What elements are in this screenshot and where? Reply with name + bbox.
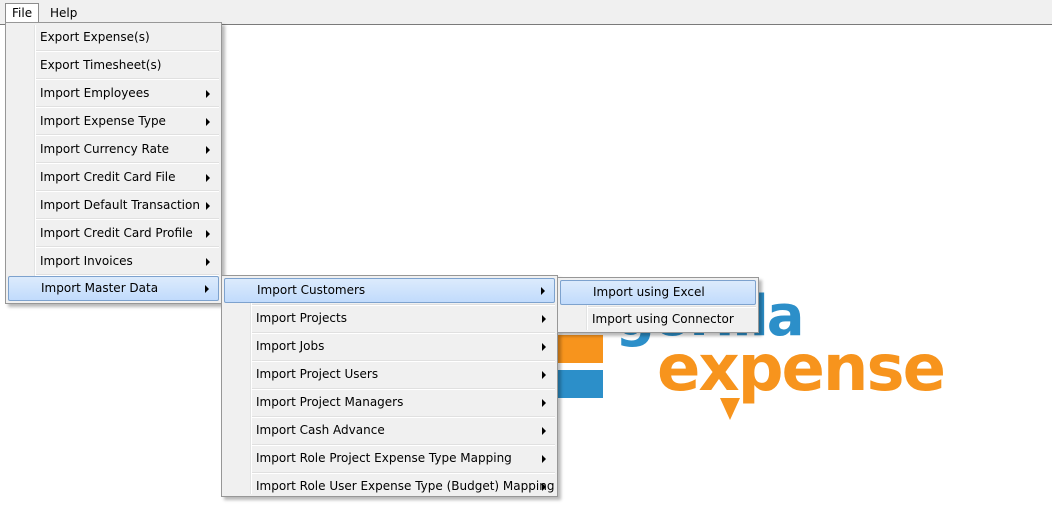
menu-item-export-expenses[interactable]: Export Expense(s) (8, 25, 219, 50)
submenu-arrow-icon (542, 315, 546, 323)
menu-item-label: Import Expense Type (40, 114, 166, 128)
menu-item-label: Import Customers (257, 283, 366, 297)
separator (36, 50, 219, 52)
submenu-arrow-icon (206, 90, 210, 98)
menu-item-import-cash-advance[interactable]: Import Cash Advance (224, 418, 555, 443)
menu-item-import-customers[interactable]: Import Customers (224, 278, 555, 303)
separator (36, 162, 219, 164)
submenu-arrow-icon (541, 287, 545, 295)
customers-submenu: Import using Excel Import using Connecto… (557, 277, 759, 333)
menu-item-label: Import Invoices (40, 254, 133, 268)
logo-square-orange (557, 335, 603, 363)
menu-item-export-timesheets[interactable]: Export Timesheet(s) (8, 53, 219, 78)
menu-item-import-role-user-expense-type-budget-mapping[interactable]: Import Role User Expense Type (Budget) M… (224, 474, 555, 499)
menu-item-label: Import Credit Card Profile (40, 226, 193, 240)
menu-item-import-default-transaction[interactable]: Import Default Transaction (8, 193, 219, 218)
submenu-arrow-icon (542, 455, 546, 463)
menu-item-label: Import Currency Rate (40, 142, 170, 156)
menu-item-import-credit-card-profile[interactable]: Import Credit Card Profile (8, 221, 219, 246)
submenu-arrow-icon (542, 483, 546, 491)
menu-item-import-using-excel[interactable]: Import using Excel (560, 280, 756, 305)
menu-item-label: Import Jobs (256, 339, 325, 353)
menu-item-import-role-project-expense-type-mapping[interactable]: Import Role Project Expense Type Mapping (224, 446, 555, 471)
menu-item-import-project-users[interactable]: Import Project Users (224, 362, 555, 387)
menu-item-import-project-managers[interactable]: Import Project Managers (224, 390, 555, 415)
menu-item-import-expense-type[interactable]: Import Expense Type (8, 109, 219, 134)
submenu-arrow-icon (206, 230, 210, 238)
menu-item-label: Import using Excel (593, 285, 705, 299)
menu-item-label: Import Project Users (256, 367, 379, 381)
menu-item-import-using-connector[interactable]: Import using Connector (560, 307, 756, 332)
separator (36, 246, 219, 248)
submenu-arrow-icon (206, 174, 210, 182)
menu-item-label: Import Project Managers (256, 395, 404, 409)
submenu-arrow-icon (542, 399, 546, 407)
separator (36, 134, 219, 136)
submenu-arrow-icon (206, 146, 210, 154)
menu-item-label: Import Default Transaction (40, 198, 200, 212)
separator (36, 78, 219, 80)
submenu-arrow-icon (206, 202, 210, 210)
menu-item-label: Import Cash Advance (256, 423, 385, 437)
submenu-arrow-icon (206, 258, 210, 266)
menu-item-label: Import Master Data (41, 281, 159, 295)
menu-item-label: Import Credit Card File (40, 170, 176, 184)
menu-item-import-credit-card-file[interactable]: Import Credit Card File (8, 165, 219, 190)
menu-item-label: Import Projects (256, 311, 347, 325)
submenu-arrow-icon (542, 371, 546, 379)
submenu-arrow-icon (542, 427, 546, 435)
submenu-arrow-icon (542, 343, 546, 351)
menu-item-import-master-data[interactable]: Import Master Data (8, 276, 219, 301)
separator (36, 106, 219, 108)
help-menu[interactable]: Help (43, 3, 84, 23)
separator (36, 218, 219, 220)
menu-item-import-employees[interactable]: Import Employees (8, 81, 219, 106)
logo-tail (720, 398, 740, 420)
master-data-submenu: Import Customers Import Projects Import … (221, 275, 558, 497)
menu-item-label: Export Expense(s) (40, 30, 150, 44)
file-dropdown: Export Expense(s) Export Timesheet(s) Im… (5, 22, 222, 304)
menu-item-label: Import Role Project Expense Type Mapping (256, 451, 512, 465)
menu-item-label: Export Timesheet(s) (40, 58, 162, 72)
submenu-arrow-icon (206, 118, 210, 126)
menu-item-import-currency-rate[interactable]: Import Currency Rate (8, 137, 219, 162)
menu-item-import-invoices[interactable]: Import Invoices (8, 249, 219, 274)
menu-item-label: Import Role User Expense Type (Budget) M… (256, 479, 555, 493)
submenu-arrow-icon (205, 285, 209, 293)
logo-square-blue-2 (557, 370, 603, 398)
menu-item-import-jobs[interactable]: Import Jobs (224, 334, 555, 359)
menu-item-label: Import using Connector (592, 312, 734, 326)
logo-word-expense: expense (657, 332, 946, 406)
separator (36, 190, 219, 192)
menu-item-label: Import Employees (40, 86, 150, 100)
menu-item-import-projects[interactable]: Import Projects (224, 306, 555, 331)
